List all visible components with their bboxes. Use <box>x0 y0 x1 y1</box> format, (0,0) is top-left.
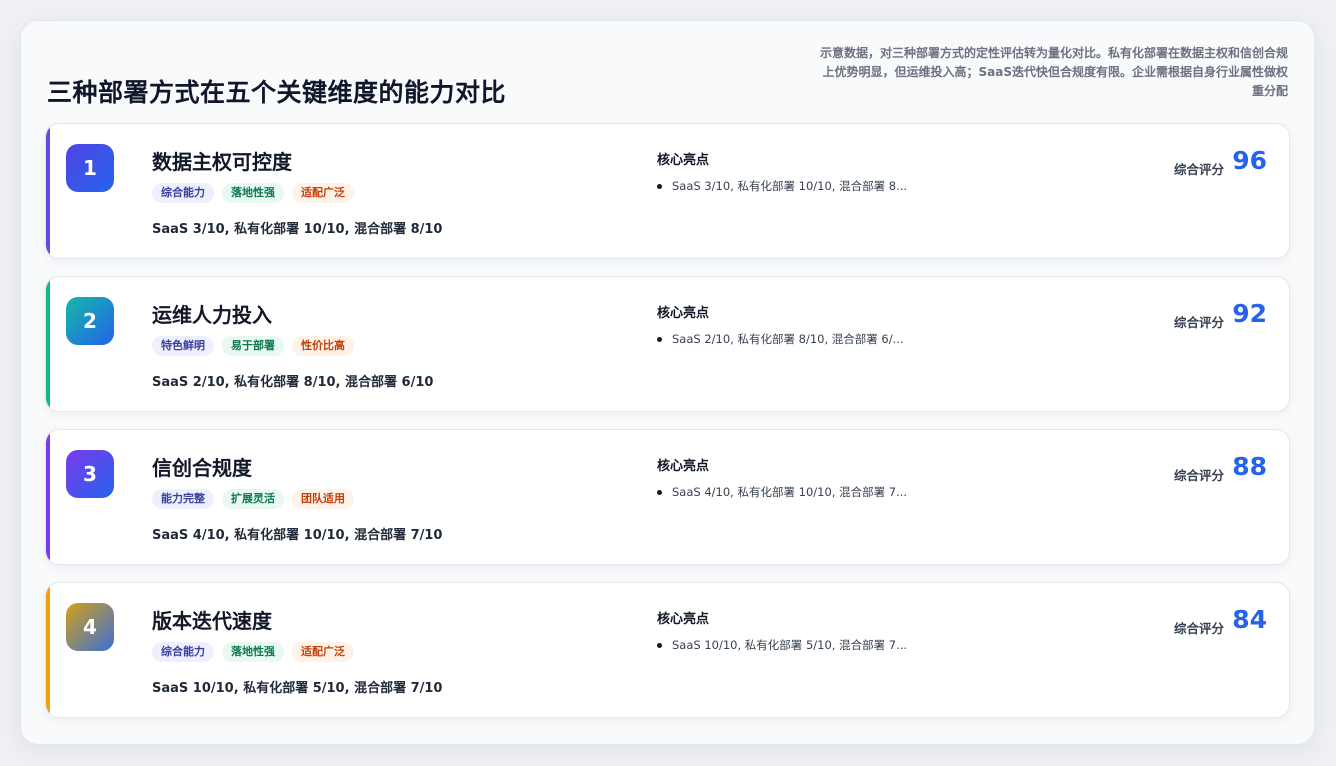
score-label: 综合评分 <box>1173 162 1224 177</box>
card-accent-bar <box>46 277 50 411</box>
card-title: 版本迭代速度 <box>152 609 272 633</box>
tag-list: 能力完整 扩展灵活 团队适用 <box>152 489 354 509</box>
highlight-item: SaaS 2/10, 私有化部署 8/10, 混合部署 6/... <box>657 331 904 347</box>
tag-list: 综合能力 落地性强 适配广泛 <box>152 642 354 662</box>
highlight-heading: 核心亮点 <box>657 459 710 474</box>
tag-list: 特色鲜明 易于部署 性价比高 <box>152 336 354 356</box>
score-summary: SaaS 2/10, 私有化部署 8/10, 混合部署 6/10 <box>152 375 434 390</box>
rank-badge: 2 <box>66 297 114 345</box>
dimension-card[interactable]: 2 运维人力投入特色鲜明 易于部署 性价比高 SaaS 2/10, 私有化部署 8/10… <box>45 276 1290 412</box>
tag-list: 综合能力 落地性强 适配广泛 <box>152 183 354 203</box>
tag-chip: 扩展灵活 <box>222 489 284 509</box>
dimension-card[interactable]: 3 信创合规度能力完整 扩展灵活 团队适用 SaaS 4/10, 私有化部署 10/10… <box>45 429 1290 565</box>
highlight-text: SaaS 3/10, 私有化部署 10/10, 混合部署 8... <box>672 179 908 193</box>
tag-chip: 落地性强 <box>222 642 284 662</box>
card-title: 信创合规度 <box>152 456 252 480</box>
card-accent-bar <box>46 583 50 717</box>
bullet-icon <box>657 183 662 189</box>
rank-badge: 1 <box>66 144 114 192</box>
card-title: 数据主权可控度 <box>152 150 292 174</box>
card-accent-bar <box>46 430 50 564</box>
highlight-item: SaaS 3/10, 私有化部署 10/10, 混合部署 8... <box>657 178 907 194</box>
tag-chip: 落地性强 <box>222 183 284 203</box>
highlight-text: SaaS 10/10, 私有化部署 5/10, 混合部署 7... <box>672 638 908 652</box>
tag-chip: 团队适用 <box>292 489 354 509</box>
rank-badge: 3 <box>66 450 114 498</box>
dimension-card[interactable]: 1 数据主权可控度综合能力 落地性强 适配广泛 SaaS 3/10, 私有化部署 10/… <box>45 123 1290 259</box>
tag-chip: 适配广泛 <box>292 642 354 662</box>
score-value: 88 <box>1232 452 1267 481</box>
score-summary: SaaS 3/10, 私有化部署 10/10, 混合部署 8/10 <box>152 222 443 237</box>
tag-chip: 能力完整 <box>152 489 214 509</box>
tag-chip: 综合能力 <box>152 642 214 662</box>
highlight-text: SaaS 2/10, 私有化部署 8/10, 混合部署 6/... <box>672 332 904 346</box>
card-accent-bar <box>46 124 50 258</box>
score-value: 92 <box>1232 299 1267 328</box>
bullet-icon <box>657 336 662 342</box>
highlight-item: SaaS 4/10, 私有化部署 10/10, 混合部署 7... <box>657 484 907 500</box>
score-label: 综合评分 <box>1173 315 1224 330</box>
score-value: 84 <box>1232 605 1267 634</box>
tag-chip: 易于部署 <box>222 336 284 356</box>
dimension-card[interactable]: 4 版本迭代速度综合能力 落地性强 适配广泛 SaaS 10/10, 私有化部署 5/1… <box>45 582 1290 718</box>
tag-chip: 特色鲜明 <box>152 336 214 356</box>
highlight-heading: 核心亮点 <box>657 306 710 321</box>
highlight-item: SaaS 10/10, 私有化部署 5/10, 混合部署 7... <box>657 637 907 653</box>
page-title: 三种部署方式在五个关键维度的能力对比 <box>47 78 507 107</box>
bullet-icon <box>657 489 662 495</box>
tag-chip: 性价比高 <box>292 336 354 356</box>
page-description: 示意数据，对三种部署方式的定性评估转为量化对比。私有化部署在数据主权和信创合规上… <box>819 46 1288 98</box>
highlight-heading: 核心亮点 <box>657 612 710 627</box>
bullet-icon <box>657 642 662 648</box>
highlight-text: SaaS 4/10, 私有化部署 10/10, 混合部署 7... <box>672 485 908 499</box>
score-summary: SaaS 10/10, 私有化部署 5/10, 混合部署 7/10 <box>152 681 443 696</box>
score-label: 综合评分 <box>1173 468 1224 483</box>
card-title: 运维人力投入 <box>152 303 272 327</box>
score-value: 96 <box>1232 146 1267 175</box>
score-label: 综合评分 <box>1173 621 1224 636</box>
highlight-heading: 核心亮点 <box>657 153 710 168</box>
tag-chip: 综合能力 <box>152 183 214 203</box>
rank-badge: 4 <box>66 603 114 651</box>
tag-chip: 适配广泛 <box>292 183 354 203</box>
score-summary: SaaS 4/10, 私有化部署 10/10, 混合部署 7/10 <box>152 528 443 543</box>
